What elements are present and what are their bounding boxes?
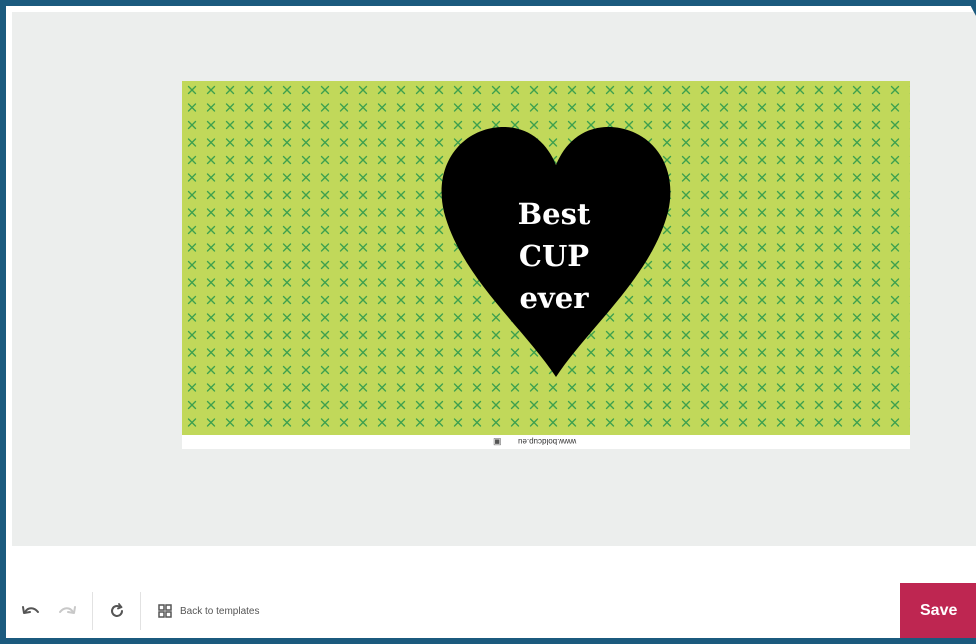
back-to-templates-label: Back to templates (180, 605, 260, 617)
back-to-templates-button[interactable]: Back to templates (158, 602, 259, 620)
heart-text-line-1: Best (517, 197, 591, 231)
save-button[interactable]: Save (900, 583, 976, 638)
editor-frame: Best CUP ever ▣ www.boldcup.eu Back to t… (0, 0, 976, 644)
undo-button[interactable] (18, 599, 44, 623)
design-canvas-area: Best CUP ever ▣ www.boldcup.eu (12, 12, 976, 546)
refresh-icon (111, 603, 123, 617)
footer-url: www.boldcup.eu (518, 437, 577, 446)
mug-print-preview[interactable]: Best CUP ever ▣ www.boldcup.eu (182, 81, 910, 449)
toolbar-divider (140, 592, 141, 630)
heart-text[interactable]: Best CUP ever (490, 193, 618, 319)
bottom-toolbar: Back to templates Save (12, 546, 976, 638)
redo-button[interactable] (54, 599, 80, 623)
refresh-button[interactable] (104, 599, 130, 623)
brand-logo-icon: ▣ (493, 436, 502, 446)
cross-pattern-background: Best CUP ever (182, 81, 910, 435)
undo-icon (22, 606, 39, 614)
print-footer: ▣ www.boldcup.eu (182, 435, 910, 449)
heart-text-line-2: CUP (518, 239, 590, 273)
heart-text-line-3: ever (519, 281, 589, 315)
grid-icon (158, 604, 172, 618)
toolbar-divider (92, 592, 93, 630)
redo-icon (59, 606, 76, 614)
